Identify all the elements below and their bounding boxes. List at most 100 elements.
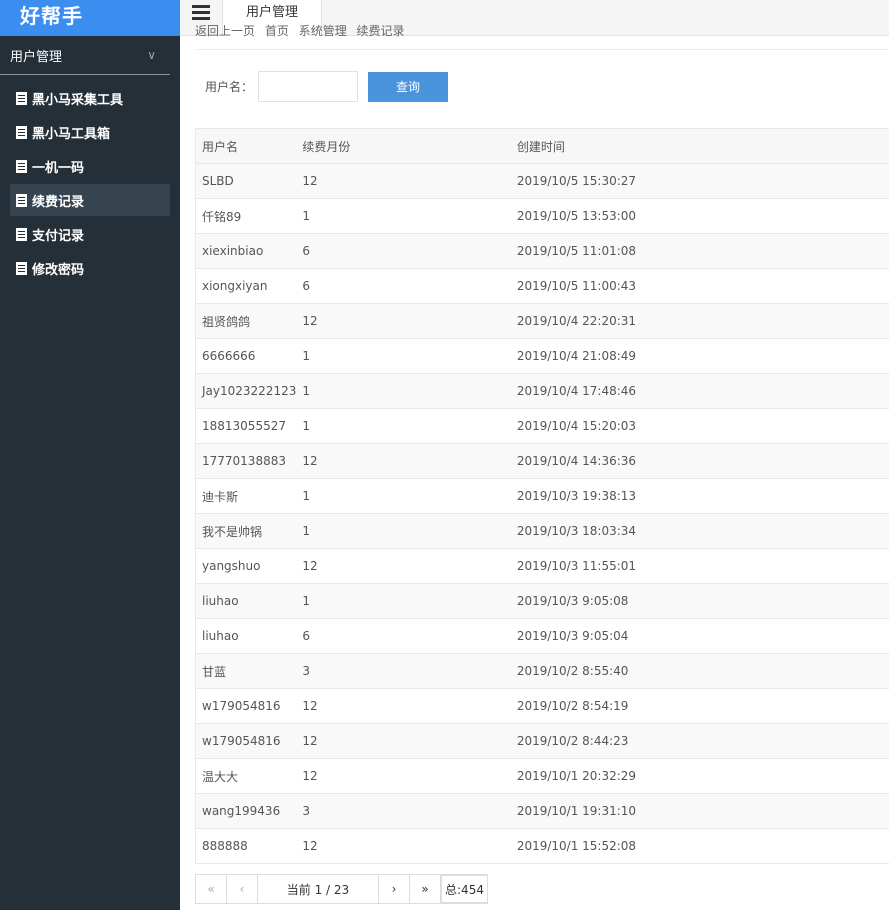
table-row: SLBD 12 2019/10/5 15:30:27: [195, 163, 889, 199]
cell-months: 1: [296, 408, 511, 444]
sidebar-item-label: 续费记录: [32, 194, 85, 210]
last-page-button[interactable]: »: [410, 875, 441, 903]
current-page-indicator: 当前 1 / 23: [258, 875, 379, 903]
cell-created-time: 2019/10/4 14:36:36: [510, 443, 889, 479]
cell-username: SLBD: [195, 163, 297, 199]
search-bar: 用户名： 查询: [205, 71, 449, 102]
cell-months: 3: [296, 653, 511, 689]
table-row: wang199436 3 2019/10/1 19:31:10: [195, 793, 889, 829]
cell-username: 17770138883: [195, 443, 297, 479]
breadcrumb: 返回上一页 首页 系统管理 续费记录: [195, 24, 889, 50]
menu-icon[interactable]: [192, 5, 210, 21]
sidebar-section-user-management[interactable]: 用户管理 ∨: [0, 36, 170, 75]
table-row: 温大大 12 2019/10/1 20:32:29: [195, 758, 889, 794]
table-row: yangshuo 12 2019/10/3 11:55:01: [195, 548, 889, 584]
cell-created-time: 2019/10/3 19:38:13: [510, 478, 889, 514]
cell-months: 1: [296, 583, 511, 619]
table-row: 18813055527 1 2019/10/4 15:20:03: [195, 408, 889, 444]
table-row: xiexinbiao 6 2019/10/5 11:01:08: [195, 233, 889, 269]
cell-username: 888888: [195, 828, 297, 864]
document-icon: [16, 125, 27, 139]
document-icon: [16, 159, 27, 173]
table-row: liuhao 6 2019/10/3 9:05:04: [195, 618, 889, 654]
cell-created-time: 2019/10/1 19:31:10: [510, 793, 889, 829]
cell-months: 12: [296, 548, 511, 584]
cell-created-time: 2019/10/5 11:01:08: [510, 233, 889, 269]
cell-months: 1: [296, 338, 511, 374]
query-button[interactable]: 查询: [368, 71, 449, 102]
renewal-records-table: 用户名 续费月份 创建时间 SLBD 12 2019/10/5 15:30:27 仟铭…: [195, 128, 889, 864]
cell-username: Jay1023222123: [195, 373, 297, 409]
cell-created-time: 2019/10/2 8:54:19: [510, 688, 889, 724]
cell-created-time: 2019/10/5 15:30:27: [510, 163, 889, 199]
cell-created-time: 2019/10/4 21:08:49: [510, 338, 889, 374]
sidebar-item-toolbox[interactable]: 黑小马工具箱: [10, 116, 170, 148]
table-row: 仟铭89 1 2019/10/5 13:53:00: [195, 198, 889, 234]
cell-username: w179054816: [195, 688, 297, 724]
table-row: liuhao 1 2019/10/3 9:05:08: [195, 583, 889, 619]
breadcrumb-home-link[interactable]: 首页: [265, 24, 289, 38]
cell-months: 1: [296, 373, 511, 409]
cell-username: 我不是帅锅: [195, 513, 297, 549]
table-row: 甘蓝 3 2019/10/2 8:55:40: [195, 653, 889, 689]
cell-username: 18813055527: [195, 408, 297, 444]
sidebar-item-collect-tool[interactable]: 黑小马采集工具: [10, 82, 170, 114]
cell-username: liuhao: [195, 583, 297, 619]
username-input[interactable]: [258, 71, 359, 102]
cell-created-time: 2019/10/2 8:44:23: [510, 723, 889, 759]
sidebar-item-payment-records[interactable]: 支付记录: [10, 218, 170, 250]
cell-username: wang199436: [195, 793, 297, 829]
sidebar-item-label: 一机一码: [32, 160, 85, 176]
table-row: Jay1023222123 1 2019/10/4 17:48:46: [195, 373, 889, 409]
cell-created-time: 2019/10/4 22:20:31: [510, 303, 889, 339]
cell-months: 12: [296, 303, 511, 339]
document-icon: [16, 261, 27, 275]
cell-months: 12: [296, 723, 511, 759]
cell-months: 12: [296, 163, 511, 199]
sidebar-item-machine-code[interactable]: 一机一码: [10, 150, 170, 182]
cell-username: liuhao: [195, 618, 297, 654]
cell-months: 6: [296, 268, 511, 304]
next-page-button[interactable]: ›: [379, 875, 410, 903]
first-page-button[interactable]: «: [196, 875, 227, 903]
cell-months: 3: [296, 793, 511, 829]
cell-months: 1: [296, 198, 511, 234]
cell-created-time: 2019/10/5 13:53:00: [510, 198, 889, 234]
cell-created-time: 2019/10/2 8:55:40: [510, 653, 889, 689]
pagination: « ‹ 当前 1 / 23 › » 总:454: [195, 874, 488, 904]
cell-months: 12: [296, 443, 511, 479]
cell-months: 12: [296, 828, 511, 864]
cell-created-time: 2019/10/3 11:55:01: [510, 548, 889, 584]
cell-username: w179054816: [195, 723, 297, 759]
table-row: w179054816 12 2019/10/2 8:54:19: [195, 688, 889, 724]
sidebar-item-renewal-records[interactable]: 续费记录: [10, 184, 170, 216]
table-row: 6666666 1 2019/10/4 21:08:49: [195, 338, 889, 374]
table-header-row: 用户名 续费月份 创建时间: [195, 128, 889, 164]
table-row: 祖贤鸽鸽 12 2019/10/4 22:20:31: [195, 303, 889, 339]
cell-created-time: 2019/10/3 18:03:34: [510, 513, 889, 549]
chevron-down-icon: ∨: [147, 48, 156, 62]
cell-months: 12: [296, 688, 511, 724]
cell-created-time: 2019/10/3 9:05:08: [510, 583, 889, 619]
prev-page-button[interactable]: ‹: [227, 875, 258, 903]
breadcrumb-back-link[interactable]: 返回上一页: [195, 24, 255, 38]
cell-created-time: 2019/10/1 20:32:29: [510, 758, 889, 794]
total-count: 总:454: [441, 875, 488, 903]
app-brand: 好帮手: [0, 0, 180, 36]
cell-created-time: 2019/10/5 11:00:43: [510, 268, 889, 304]
breadcrumb-system-link[interactable]: 系统管理: [299, 24, 347, 38]
cell-username: 迪卡斯: [195, 478, 297, 514]
table-row: 迪卡斯 1 2019/10/3 19:38:13: [195, 478, 889, 514]
cell-username: xiexinbiao: [195, 233, 297, 269]
cell-created-time: 2019/10/4 17:48:46: [510, 373, 889, 409]
column-header-username: 用户名: [195, 128, 297, 164]
table-row: w179054816 12 2019/10/2 8:44:23: [195, 723, 889, 759]
table-row: 我不是帅锅 1 2019/10/3 18:03:34: [195, 513, 889, 549]
cell-months: 12: [296, 758, 511, 794]
cell-username: 祖贤鸽鸽: [195, 303, 297, 339]
cell-username: 仟铭89: [195, 198, 297, 234]
table-row: 17770138883 12 2019/10/4 14:36:36: [195, 443, 889, 479]
sidebar-item-change-password[interactable]: 修改密码: [10, 252, 170, 284]
username-label: 用户名：: [205, 80, 254, 94]
cell-months: 1: [296, 513, 511, 549]
